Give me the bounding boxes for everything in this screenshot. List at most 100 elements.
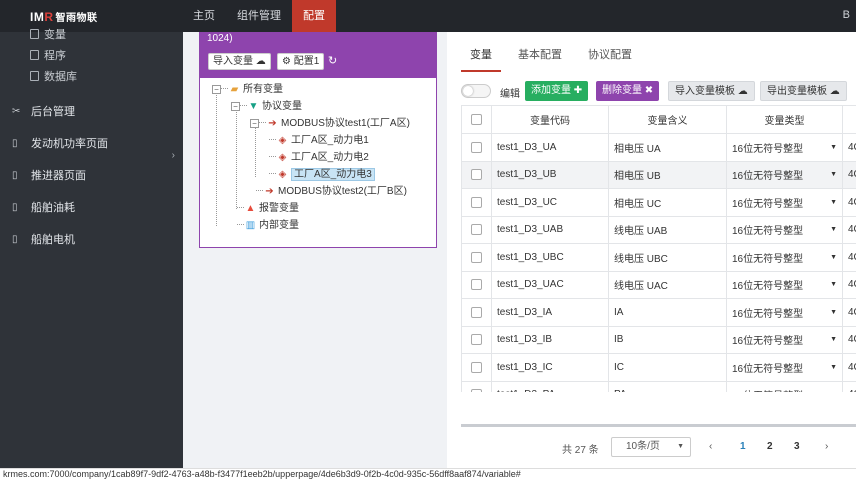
tree-node-internal[interactable]: ▥ 内部变量 [237,218,299,234]
cell-type[interactable]: 16位无符号整型▼ [726,298,843,327]
column-header-overflow[interactable]: 4C [842,105,856,134]
cell-type[interactable]: 16位无符号整型▼ [726,270,843,299]
sidebar-item-fuel[interactable]: ▯ 船舶油耗 [0,192,183,224]
row-checkbox-cell[interactable] [461,133,492,162]
table-row[interactable]: test1_D3_UC相电压 UC 16位无符号整型▼ 4C [461,188,856,217]
row-checkbox[interactable] [471,334,482,346]
type-select[interactable]: 16位无符号整型▼ [732,250,837,265]
tree-node-all[interactable]: − ▰ 所有变量 [212,82,283,98]
import-template-button[interactable]: 导入变量模板 ☁ [668,81,755,101]
type-select[interactable]: 16位无符号整型▼ [732,387,837,392]
cell-type[interactable]: 16位无符号整型▼ [726,133,843,162]
row-checkbox[interactable] [471,251,482,263]
cell-type[interactable]: 16位无符号整型▼ [726,353,843,382]
table-row[interactable]: test1_D3_UA相电压 UA 16位无符号整型▼ 4C [461,133,856,162]
table-row[interactable]: test1_D3_UBC线电压 UBC 16位无符号整型▼ 4C [461,243,856,272]
refresh-icon[interactable]: ↻ [328,54,337,67]
tab-protocol-config[interactable]: 协议配置 [579,42,641,72]
column-header-type[interactable]: 变量类型 [726,105,843,134]
type-select[interactable]: 16位无符号整型▼ [732,360,837,375]
nav-component-management[interactable]: 组件管理 [226,0,292,32]
cell-type[interactable]: 16位无符号整型▼ [726,380,843,392]
tree-node-device-3[interactable]: ◈ 工厂A区_动力电3 [269,167,375,183]
type-select[interactable]: 16位无符号整型▼ [732,332,837,347]
table-row[interactable]: test1_D3_IBIB 16位无符号整型▼ 4C [461,325,856,354]
cell-type[interactable]: 16位无符号整型▼ [726,188,843,217]
tree-node-device-2[interactable]: ◈ 工厂A区_动力电2 [269,150,369,166]
tree-node-modbus-test2[interactable]: ➔ MODBUS协议test2(工厂B区) [256,184,407,200]
row-checkbox[interactable] [471,169,482,181]
column-header-meaning[interactable]: 变量含义 [608,105,727,134]
cell-type[interactable]: 16位无符号整型▼ [726,160,843,189]
row-checkbox[interactable] [471,141,482,153]
sidebar-item-program[interactable]: 程序 [0,46,183,67]
row-checkbox[interactable] [471,306,482,318]
top-right-text[interactable]: B [843,9,850,21]
tree-node-alarm[interactable]: ▲ 报警变量 [237,201,299,217]
sidebar-item-database[interactable]: 数据库 [0,67,183,88]
type-select[interactable]: 16位无符号整型▼ [732,222,837,237]
sidebar-item-engine-power[interactable]: ▯ 发动机功率页面 [0,128,183,160]
row-checkbox[interactable] [471,389,482,392]
select-all-checkbox[interactable] [471,113,482,125]
logo: IMR 智雨物联 [30,10,98,24]
page-1-button[interactable]: 1 [740,441,746,452]
table-row[interactable]: test1_D3_UAC线电压 UAC 16位无符号整型▼ 4C [461,270,856,299]
table-row[interactable]: test1_D3_PAPA 16位无符号整型▼ 4C [461,380,856,392]
cell-type[interactable]: 16位无符号整型▼ [726,325,843,354]
row-checkbox[interactable] [471,196,482,208]
select-all-checkbox-cell[interactable] [461,105,492,134]
sidebar-item-motor[interactable]: ▯ 船舶电机 [0,224,183,256]
type-select[interactable]: 16位无符号整型▼ [732,140,837,155]
page-3-button[interactable]: 3 [794,441,800,452]
page-size-select[interactable]: 10条/页 ▼ [611,437,691,457]
tree-node-modbus-test1[interactable]: − ➔ MODBUS协议test1(工厂A区) [250,116,410,132]
next-page-button[interactable]: › [825,441,828,452]
table-row[interactable]: test1_D3_UB相电压 UB 16位无符号整型▼ 4C [461,160,856,189]
row-checkbox[interactable] [471,361,482,373]
row-checkbox[interactable] [471,279,482,291]
nav-home[interactable]: 主页 [182,0,226,32]
collapse-icon[interactable]: − [250,119,259,128]
tab-variables[interactable]: 变量 [461,42,501,72]
edit-toggle[interactable] [461,84,491,98]
cell-type[interactable]: 16位无符号整型▼ [726,243,843,272]
table-row[interactable]: test1_D3_UAB线电压 UAB 16位无符号整型▼ 4C [461,215,856,244]
row-checkbox-cell[interactable] [461,188,492,217]
type-select[interactable]: 16位无符号整型▼ [732,195,837,210]
type-select[interactable]: 16位无符号整型▼ [732,305,837,320]
row-checkbox-cell[interactable] [461,243,492,272]
column-header-code[interactable]: 变量代码 [491,105,609,134]
sidebar-item-propeller[interactable]: ▯ 推进器页面 [0,160,183,192]
prev-page-button[interactable]: ‹ [709,441,712,452]
export-template-button[interactable]: 导出变量模板 ☁ [760,81,847,101]
sidebar-item-variable[interactable]: 变量 [0,25,183,46]
tree-node-protocol[interactable]: − ▼ 协议变量 [231,99,302,115]
collapse-icon[interactable]: − [212,85,221,94]
add-variable-button[interactable]: 添加变量 ✚ [525,81,589,101]
row-checkbox-cell[interactable] [461,160,492,189]
row-checkbox[interactable] [471,224,482,236]
table-row[interactable]: test1_D3_IAIA 16位无符号整型▼ 4C [461,298,856,327]
row-checkbox-cell[interactable] [461,353,492,382]
config-select-button[interactable]: ⚙ 配置1 [277,53,325,70]
cell-type[interactable]: 16位无符号整型▼ [726,215,843,244]
type-select[interactable]: 16位无符号整型▼ [732,167,837,182]
row-checkbox-cell[interactable] [461,380,492,392]
collapse-icon[interactable]: − [231,102,240,111]
tree-node-device-1[interactable]: ◈ 工厂A区_动力电1 [269,133,369,149]
nav-config[interactable]: 配置 [292,0,336,32]
row-checkbox-cell[interactable] [461,298,492,327]
page-2-button[interactable]: 2 [767,441,773,452]
sidebar-item-admin[interactable]: ✂ 后台管理 › [0,96,183,161]
import-variable-button[interactable]: 导入变量 ☁ [208,53,271,70]
type-select[interactable]: 16位无符号整型▼ [732,277,837,292]
table-row[interactable]: test1_D3_ICIC 16位无符号整型▼ 4C [461,353,856,382]
row-checkbox-cell[interactable] [461,270,492,299]
delete-variable-button[interactable]: 删除变量 ✖ [596,81,660,101]
row-checkbox-cell[interactable] [461,325,492,354]
cell-code: test1_D3_IB [491,325,609,354]
row-checkbox-cell[interactable] [461,215,492,244]
tab-basic-config[interactable]: 基本配置 [509,42,571,72]
horizontal-scrollbar[interactable] [461,424,856,427]
